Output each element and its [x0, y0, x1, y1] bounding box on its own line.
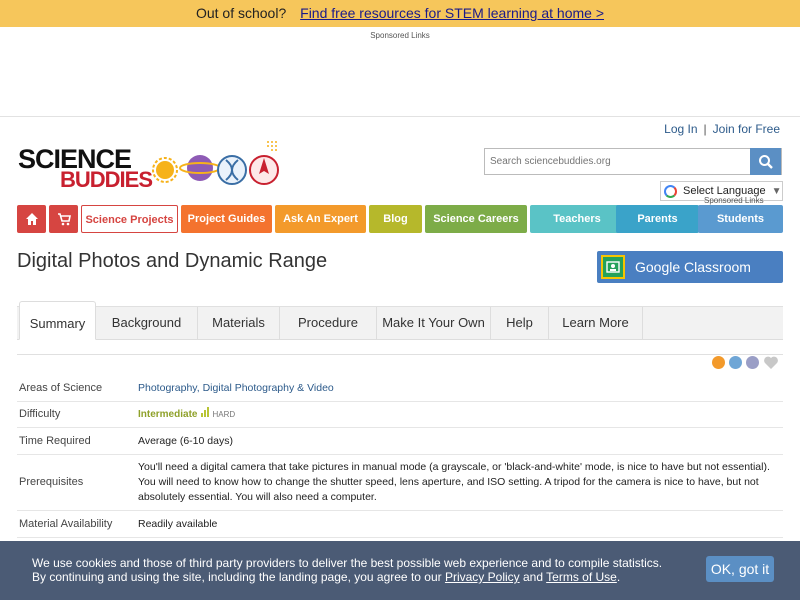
- areas-label: Areas of Science: [19, 382, 103, 394]
- nav-home[interactable]: [17, 205, 46, 233]
- nav-teachers[interactable]: Teachers: [530, 205, 624, 233]
- cookie-and: and: [523, 570, 544, 584]
- google-classroom-button[interactable]: Google Classroom: [597, 251, 783, 283]
- logo-science-icons: [152, 141, 279, 185]
- email-icon[interactable]: [746, 356, 759, 369]
- tab-summary[interactable]: Summary: [19, 301, 96, 340]
- nav-blog[interactable]: Blog: [369, 205, 422, 233]
- cookie-line-2: By continuing and using the site, includ…: [32, 570, 662, 584]
- home-icon: [25, 213, 38, 225]
- search-input[interactable]: [485, 149, 751, 174]
- cookie-message: We use cookies and those of third party …: [32, 556, 662, 584]
- join-link[interactable]: Join for Free: [713, 122, 780, 136]
- time-required-value: Average (6-10 days): [138, 435, 233, 447]
- difficulty-bars-icon: [201, 407, 210, 422]
- nav-ask-an-expert[interactable]: Ask An Expert: [275, 205, 366, 233]
- cart-icon: [57, 213, 71, 226]
- planet-icon: [179, 155, 221, 181]
- nav-science-careers[interactable]: Science Careers: [425, 205, 527, 233]
- google-icon: [664, 184, 677, 198]
- tab-background[interactable]: Background: [96, 307, 198, 340]
- site-search: [484, 148, 782, 175]
- summary-row-prerequisites: Prerequisites You'll need a digital came…: [17, 455, 783, 511]
- google-classroom-label: Google Classroom: [635, 259, 751, 275]
- search-button[interactable]: [750, 148, 781, 175]
- nav-project-guides[interactable]: Project Guides: [181, 205, 272, 233]
- sponsored-links-mid: Sponsored Links: [704, 196, 764, 205]
- cookie-line-1: We use cookies and those of third party …: [32, 556, 663, 570]
- terms-of-use-link[interactable]: Terms of Use: [546, 570, 617, 584]
- google-classroom-icon: [601, 255, 625, 279]
- tab-procedure[interactable]: Procedure: [280, 307, 377, 340]
- promo-prefix: Out of school?: [195, 5, 287, 21]
- cookie-ok-button[interactable]: OK, got it: [706, 556, 774, 582]
- time-required-label: Time Required: [19, 435, 91, 447]
- chevron-down-icon: ▼: [771, 185, 782, 197]
- rss-icon[interactable]: [712, 356, 725, 369]
- promo-link-text: Find free resources for STEM learning at…: [300, 5, 592, 21]
- link-separator: |: [703, 122, 707, 136]
- cookie-line-2-text: By continuing and using the site, includ…: [32, 570, 442, 584]
- print-icon[interactable]: [729, 356, 742, 369]
- cookie-period: .: [616, 570, 621, 584]
- difficulty-level: Intermediate: [138, 409, 198, 420]
- prerequisites-value: You'll need a digital camera that take p…: [138, 461, 770, 503]
- summary-row-time: Time Required Average (6-10 days): [17, 428, 783, 455]
- search-icon: [758, 154, 773, 169]
- areas-of-science-link[interactable]: Photography, Digital Photography & Video: [138, 382, 334, 394]
- rocket-icon: [249, 155, 279, 185]
- prerequisites-label: Prerequisites: [19, 476, 84, 488]
- tab-materials[interactable]: Materials: [198, 307, 280, 340]
- ad-divider: [0, 116, 800, 117]
- login-link[interactable]: Log In: [664, 122, 697, 136]
- page-title: Digital Photos and Dynamic Range: [17, 250, 328, 272]
- sun-icon: [152, 157, 178, 183]
- tab-learn-more[interactable]: Learn More: [549, 307, 643, 340]
- sponsored-links-top: Sponsored Links: [370, 31, 430, 40]
- promo-link[interactable]: Find free resources for STEM learning at…: [300, 5, 604, 21]
- summary-row-areas: Areas of Science Photography, Digital Ph…: [17, 375, 783, 402]
- summary-row-difficulty: Difficulty Intermediate HARD: [17, 402, 783, 428]
- tab-make-it-your-own[interactable]: Make It Your Own: [377, 307, 491, 340]
- tab-divider: [17, 354, 783, 355]
- account-links: Log In | Join for Free: [664, 122, 780, 136]
- dna-icon: [217, 155, 247, 185]
- material-availability-label: Material Availability: [19, 518, 113, 530]
- difficulty-label: Difficulty: [19, 408, 61, 420]
- difficulty-hard: HARD: [212, 410, 236, 419]
- nav-cart[interactable]: [49, 205, 78, 233]
- project-tabs: Summary Background Materials Procedure M…: [17, 301, 783, 340]
- promo-banner: Out of school? Find free resources for S…: [0, 0, 800, 27]
- nav-parents[interactable]: Parents: [616, 205, 699, 233]
- nav-students[interactable]: Students: [698, 205, 783, 233]
- cookie-banner: We use cookies and those of third party …: [0, 541, 800, 600]
- privacy-policy-link[interactable]: Privacy Policy: [445, 570, 520, 584]
- summary-row-material: Material Availability Readily available: [17, 511, 783, 538]
- material-availability-value: Readily available: [138, 518, 218, 530]
- site-logo[interactable]: SCIENCE BUDDIES: [18, 138, 279, 194]
- promo-arrow: >: [595, 5, 605, 21]
- tab-help[interactable]: Help: [491, 307, 549, 340]
- heart-icon[interactable]: [763, 355, 779, 370]
- difficulty-value: Intermediate HARD: [138, 407, 235, 422]
- nav-science-projects[interactable]: Science Projects: [81, 205, 178, 233]
